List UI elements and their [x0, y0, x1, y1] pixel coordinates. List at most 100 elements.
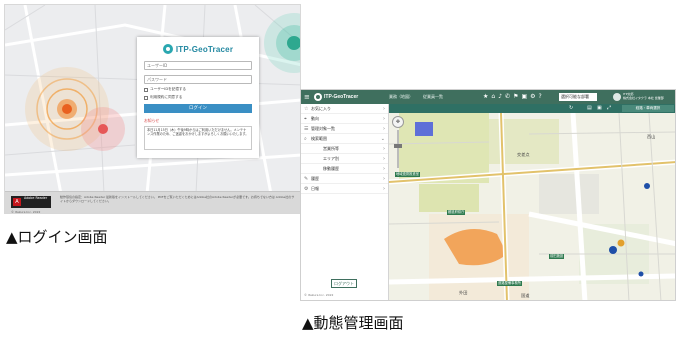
notice-box: 本日11月15日（木）午後9時からはご利用いただけません。メンテナンス作業のため… — [144, 126, 252, 150]
adobe-reader-badge[interactable]: A Adobe Reader — [11, 196, 51, 208]
street-map[interactable] — [389, 104, 676, 301]
user-info: 株式会社イタクラ 本社 営業部 — [623, 95, 664, 100]
sidebar-item-favorites[interactable]: ☆ お気に入り › — [301, 104, 388, 114]
zoom-slider[interactable] — [397, 130, 399, 168]
chevron-right-icon: › — [383, 106, 385, 112]
adobe-icon: A — [13, 198, 21, 206]
flag-icon[interactable]: ⚑ — [513, 93, 518, 101]
sidebar-item-targets[interactable]: ☰ 管理対象一覧 › — [301, 124, 388, 134]
map-text: 国道 — [521, 293, 530, 298]
login-button[interactable]: ログイン — [144, 104, 252, 113]
map-label[interactable]: 都道府県庁 — [447, 210, 466, 215]
sidebar-item-search-range[interactable]: ⌕ 検索範囲 ⌄ — [301, 134, 388, 144]
expand-icon[interactable]: ⤢ — [607, 105, 611, 112]
logout-button[interactable]: ログアウト — [331, 279, 357, 288]
chevron-right-icon: › — [383, 176, 385, 182]
zoom-slider-handle[interactable] — [394, 144, 402, 148]
refresh-icon[interactable]: ↻ — [569, 105, 573, 112]
login-caption: ▲ログイン画面 — [6, 228, 108, 246]
sidebar-item-label: 管理対象一覧 — [311, 126, 335, 131]
sidebar-item-label: 移動履歴 — [323, 166, 339, 171]
help-icon[interactable]: ? — [539, 93, 542, 101]
footer-text: 動作環境の指定：Adobe Reader 最新版をインストールしてください。 P… — [60, 195, 295, 203]
agree-label: 利用規約に同意する — [150, 95, 183, 99]
sidebar-item-trends[interactable]: ⌖ 動向 › — [301, 114, 388, 124]
star-icon: ☆ — [304, 106, 309, 112]
phone-icon[interactable]: ✆ — [505, 93, 510, 101]
agree-checkbox-row[interactable]: 利用規約に同意する — [144, 95, 252, 100]
map-view[interactable]: ↻ ▤ ▣ ⤢ 経路・車両選択 ✥ 地域連携推進室 都道府県庁 前田施設 道路整… — [389, 104, 676, 301]
printer-icon[interactable]: ▣ — [521, 93, 527, 101]
sidebar-item-label: 検索範囲 — [311, 136, 327, 141]
sidebar-item-label: エリア別 — [323, 156, 339, 161]
sidebar-item-logs[interactable]: ✎ 履歴 › — [301, 174, 388, 184]
chevron-right-icon: › — [383, 116, 385, 122]
pin-icon: ⌖ — [304, 116, 307, 122]
pen-icon: ✎ — [304, 176, 309, 182]
login-app-name: ITP-GeoTracer — [175, 44, 234, 54]
navbar-icons: ★ ⌂ ♪ ✆ ⚑ ▣ ⚙ ? — [483, 93, 542, 101]
map-label[interactable]: 地域連携推進室 — [395, 172, 421, 177]
route-vehicle-button[interactable]: 経路・車両選択 — [622, 105, 674, 112]
map-label[interactable]: 道路整備事務所 — [497, 281, 523, 286]
sidebar-subitem-history[interactable]: 移動履歴 › — [301, 164, 388, 174]
sidebar-item-label: お気に入り — [311, 106, 331, 111]
remember-checkbox-row[interactable]: ユーザーIDを記憶する — [144, 87, 252, 92]
top-navbar: ≡ ITP-GeoTracer 業務（地図） 従業員一覧 ★ ⌂ ♪ ✆ ⚑ ▣… — [301, 90, 675, 104]
navbar-brand: ITP-GeoTracer — [314, 93, 358, 101]
tab-employee-list[interactable]: 従業員一覧 — [423, 94, 443, 100]
sidebar-item-label: 動向 — [311, 116, 319, 121]
sidebar: ☆ お気に入り › ⌖ 動向 › ☰ 管理対象一覧 › ⌕ 検索範囲 ⌄ 営業所等 › エリア別 ›… — [301, 104, 389, 300]
sidebar-subitem-offices[interactable]: 営業所等 › — [301, 144, 388, 154]
sidebar-item-label: 日報 — [311, 186, 319, 191]
bell-icon[interactable]: ♪ — [498, 93, 502, 101]
map-text: 外田 — [459, 290, 468, 295]
password-input[interactable] — [144, 75, 252, 84]
gear-icon[interactable]: ⚙ — [530, 93, 535, 101]
login-footer: A Adobe Reader 動作環境の指定：Adobe Reader 最新版を… — [5, 191, 300, 214]
chevron-right-icon: › — [383, 146, 385, 152]
management-screenshot: ≡ ITP-GeoTracer 業務（地図） 従業員一覧 ★ ⌂ ♪ ✆ ⚑ ▣… — [300, 89, 676, 301]
avatar — [613, 93, 621, 101]
login-card: ITP-GeoTracer ユーザーIDを記憶する 利用規約に同意する ログイン… — [137, 37, 259, 158]
agree-checkbox[interactable] — [144, 95, 148, 100]
geotracer-logo-icon — [314, 93, 322, 101]
chevron-right-icon: › — [383, 166, 385, 172]
map-toolbar: ↻ ▤ ▣ ⤢ 経路・車両選択 — [389, 104, 675, 113]
user-id-input[interactable] — [144, 61, 252, 70]
composite-figure: ITP-GeoTracer ユーザーIDを記憶する 利用規約に同意する ログイン… — [0, 0, 681, 345]
star-icon[interactable]: ★ — [483, 93, 488, 101]
gear-icon: ⚙ — [304, 186, 309, 192]
search-icon: ⌕ — [304, 136, 307, 142]
map-text: 西山 — [647, 134, 656, 139]
sidebar-copyright: © Itakura Inc. 2022 — [304, 293, 334, 297]
pan-control-icon[interactable]: ✥ — [392, 116, 404, 128]
sidebar-item-daily-report[interactable]: ⚙ 日報 › — [301, 184, 388, 194]
menu-icon[interactable]: ≡ — [304, 93, 310, 101]
group-select[interactable]: 選択可能な部署 — [559, 93, 597, 101]
user-menu[interactable]: ITP太郎 株式会社イタクラ 本社 営業部 — [613, 92, 675, 102]
login-copyright: © Itakura Inc. 2022 — [11, 210, 41, 214]
list-icon: ☰ — [304, 126, 309, 132]
login-brand: ITP-GeoTracer — [144, 42, 252, 56]
tab-business-map[interactable]: 業務（地図） — [389, 94, 413, 100]
sidebar-subitem-areas[interactable]: エリア別 › — [301, 154, 388, 164]
map-label[interactable]: 前田施設 — [549, 254, 565, 259]
notice-title: お知らせ — [144, 118, 160, 123]
fullscreen-icon[interactable]: ▣ — [597, 105, 602, 112]
chevron-right-icon: › — [383, 126, 385, 132]
sidebar-item-label: 履歴 — [311, 176, 319, 181]
home-icon[interactable]: ⌂ — [491, 93, 495, 101]
adobe-name: Adobe Reader — [24, 196, 48, 200]
geotracer-logo-icon — [162, 44, 173, 54]
chevron-down-icon: ⌄ — [380, 136, 385, 142]
navbar-app-name: ITP-GeoTracer — [324, 94, 359, 100]
management-caption: ▲動態管理画面 — [302, 314, 404, 332]
sidebar-item-label: 営業所等 — [323, 146, 339, 151]
login-screenshot: ITP-GeoTracer ユーザーIDを記憶する 利用規約に同意する ログイン… — [4, 4, 301, 214]
remember-label: ユーザーIDを記憶する — [150, 87, 187, 91]
map-text: 交差点 — [517, 152, 530, 157]
remember-checkbox[interactable] — [144, 87, 148, 92]
layers-icon[interactable]: ▤ — [587, 105, 592, 112]
zoom-control[interactable]: ✥ — [392, 116, 404, 170]
